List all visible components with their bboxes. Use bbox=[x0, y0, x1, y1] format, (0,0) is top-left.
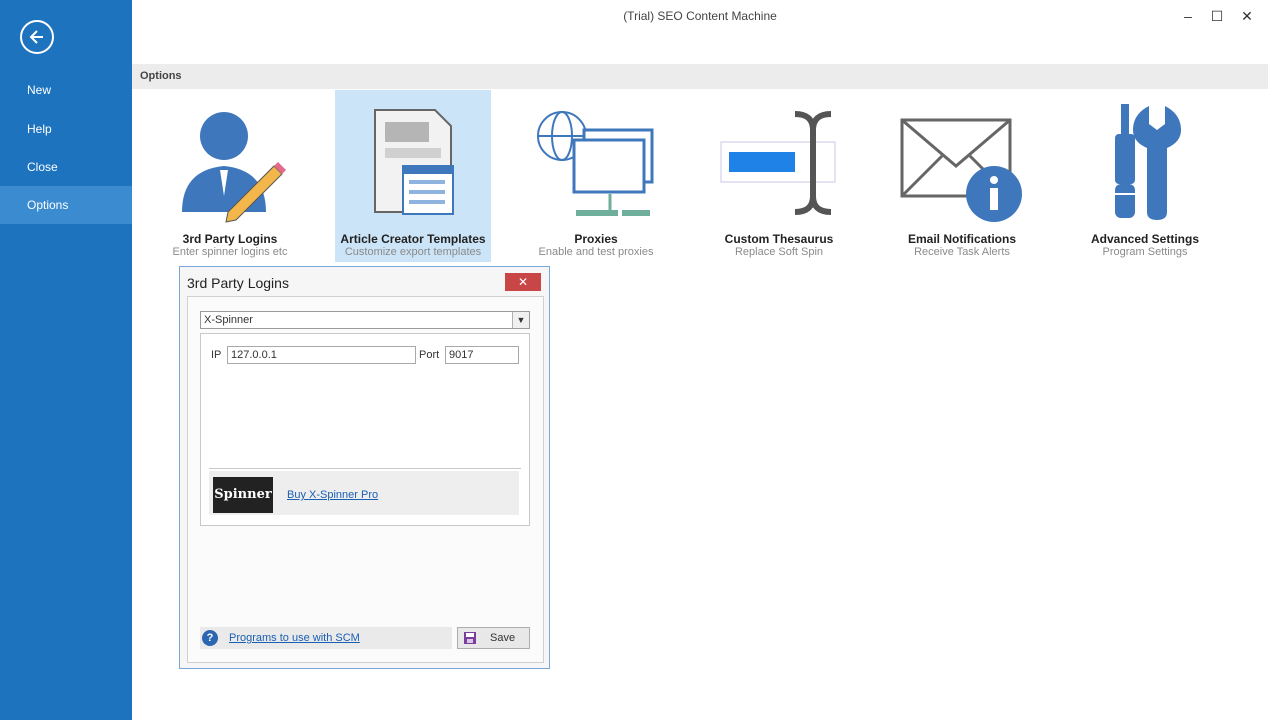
dialog-close-button[interactable]: ✕ bbox=[505, 273, 541, 291]
options-header-label: Options bbox=[140, 70, 182, 82]
sidebar: New Help Close Options bbox=[0, 0, 132, 720]
arrow-left-icon bbox=[29, 30, 43, 44]
programs-help-link[interactable]: Programs to use with SCM bbox=[229, 632, 360, 644]
document-template-icon bbox=[374, 109, 454, 215]
sidebar-item-close[interactable]: Close bbox=[0, 148, 132, 186]
chevron-down-icon[interactable]: ▼ bbox=[512, 312, 529, 328]
promo-strip: Spinner Buy X-Spinner Pro bbox=[209, 471, 519, 515]
port-input[interactable]: 9017 bbox=[445, 346, 519, 364]
sidebar-item-new[interactable]: New bbox=[0, 71, 132, 109]
minimize-button[interactable]: – bbox=[1174, 6, 1202, 26]
ip-input[interactable]: 127.0.0.1 bbox=[227, 346, 416, 364]
dialog-title: 3rd Party Logins bbox=[187, 275, 289, 291]
floppy-disk-icon bbox=[464, 632, 476, 644]
tile-article-creator-templates[interactable]: Article Creator Templates Customize expo… bbox=[335, 90, 491, 262]
tile-title: 3rd Party Logins bbox=[182, 232, 278, 246]
spinner-settings-panel: IP 127.0.0.1 Port 9017 Spinner Buy X-Spi… bbox=[200, 333, 530, 526]
tile-title: Advanced Settings bbox=[1090, 232, 1200, 246]
tile-title: Custom Thesaurus bbox=[724, 232, 834, 246]
user-edit-icon bbox=[182, 112, 286, 223]
tile-title: Article Creator Templates bbox=[340, 232, 486, 246]
tile-title: Email Notifications bbox=[907, 232, 1017, 246]
buy-x-spinner-link[interactable]: Buy X-Spinner Pro bbox=[287, 489, 378, 501]
back-button[interactable] bbox=[20, 20, 54, 54]
save-button[interactable]: Save bbox=[457, 627, 530, 649]
tile-subtitle: Replace Soft Spin bbox=[734, 246, 824, 258]
sidebar-item-options[interactable]: Options bbox=[0, 186, 132, 224]
x-spinner-logo: Spinner bbox=[213, 477, 273, 513]
maximize-button[interactable]: ☐ bbox=[1203, 6, 1231, 26]
ip-label: IP bbox=[211, 349, 222, 361]
title-bar: (Trial) SEO Content Machine – ☐ ✕ bbox=[132, 0, 1268, 32]
save-button-label: Save bbox=[490, 632, 516, 644]
spinner-select-value: X-Spinner bbox=[204, 314, 253, 326]
port-label: Port bbox=[419, 349, 440, 361]
third-party-logins-dialog: 3rd Party Logins ✕ X-Spinner ▼ IP 127.0.… bbox=[179, 266, 550, 669]
network-monitor-icon bbox=[537, 111, 654, 216]
tile-subtitle: Enter spinner logins etc bbox=[172, 246, 288, 258]
tile-proxies[interactable]: Proxies Enable and test proxies bbox=[518, 90, 674, 262]
spinner-select[interactable]: X-Spinner ▼ bbox=[200, 311, 530, 329]
tools-icon bbox=[1115, 104, 1181, 220]
tile-3rd-party-logins[interactable]: 3rd Party Logins Enter spinner logins et… bbox=[152, 90, 308, 262]
tile-advanced-settings[interactable]: Advanced Settings Program Settings bbox=[1067, 90, 1223, 262]
window-title: (Trial) SEO Content Machine bbox=[623, 9, 777, 23]
divider bbox=[209, 468, 521, 469]
dialog-body: X-Spinner ▼ IP 127.0.0.1 Port 9017 Spinn… bbox=[187, 296, 544, 663]
close-window-button[interactable]: ✕ bbox=[1233, 6, 1261, 26]
tile-subtitle: Enable and test proxies bbox=[538, 246, 654, 258]
tile-subtitle: Customize export templates bbox=[344, 246, 482, 258]
help-icon[interactable]: ? bbox=[202, 630, 218, 646]
tile-title: Proxies bbox=[574, 232, 618, 246]
tile-subtitle: Receive Task Alerts bbox=[914, 246, 1010, 258]
options-header: Options bbox=[132, 64, 1268, 89]
sidebar-item-help[interactable]: Help bbox=[0, 110, 132, 148]
tile-subtitle: Program Settings bbox=[1102, 246, 1188, 258]
tile-custom-thesaurus[interactable]: Custom Thesaurus Replace Soft Spin bbox=[701, 90, 857, 262]
help-strip: ? Programs to use with SCM bbox=[200, 627, 452, 649]
tile-email-notifications[interactable]: Email Notifications Receive Task Alerts bbox=[884, 90, 1040, 262]
text-cursor-icon bbox=[720, 111, 836, 215]
email-info-icon bbox=[900, 118, 1022, 222]
